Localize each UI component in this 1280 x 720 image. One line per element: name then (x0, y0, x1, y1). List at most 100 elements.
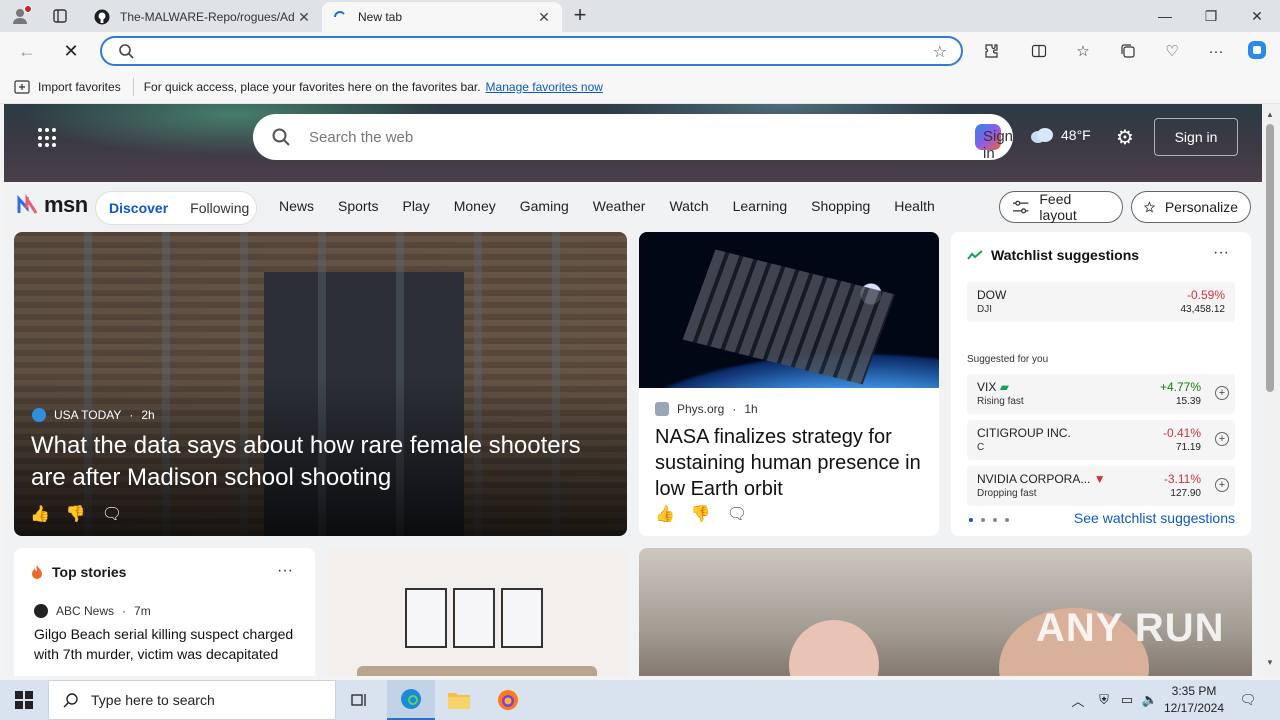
stock-row-vix[interactable]: VIX ▰ Rising fast +4.77% 15.39 + (967, 374, 1235, 414)
feed-layout-button[interactable]: Feed layout (999, 191, 1123, 223)
github-icon (94, 9, 110, 25)
thumbs-down-icon[interactable]: 👎 (691, 504, 711, 524)
stock-sub: DJI (977, 304, 992, 315)
add-to-watchlist-icon[interactable]: + (1215, 386, 1229, 400)
tab-github[interactable]: The-MALWARE-Repo/rogues/Ad ✕ (84, 2, 322, 32)
weather-temp: 48°F (1061, 127, 1091, 143)
see-watchlist-link[interactable]: See watchlist suggestions (1074, 510, 1235, 526)
nav-money[interactable]: Money (454, 198, 496, 214)
source-name: USA TODAY (54, 408, 122, 422)
add-to-watchlist-icon[interactable]: + (1215, 478, 1229, 492)
browser-essentials-icon[interactable]: ♡ (1161, 40, 1183, 62)
scroll-down-icon[interactable]: ▼ (1266, 658, 1274, 667)
address-bar[interactable]: ☆ (100, 36, 963, 66)
address-input[interactable] (142, 41, 922, 61)
split-screen-icon[interactable] (1028, 40, 1050, 62)
notifications-icon[interactable]: 🗨 (1236, 680, 1260, 720)
import-favorites-label: Import favorites (38, 79, 121, 94)
back-button[interactable]: ← (14, 38, 40, 64)
pagination-dots[interactable] (969, 518, 1009, 522)
separator: · (122, 604, 127, 618)
thumbs-up-icon[interactable]: 👍 (30, 504, 50, 524)
defender-icon[interactable]: ⛨ (1094, 680, 1114, 720)
taskbar-search-placeholder: Type here to search (91, 692, 215, 708)
story-source: USA TODAY · 2h (32, 408, 155, 422)
top-stories-header: Top stories (30, 564, 126, 580)
thumbs-up-icon[interactable]: 👍 (655, 504, 675, 524)
favorites-icon[interactable]: ☆ (1072, 40, 1094, 62)
story-headline[interactable]: Gilgo Beach serial killing suspect charg… (34, 624, 304, 664)
thumbs-down-icon[interactable]: 👎 (66, 504, 86, 524)
taskbar-firefox[interactable] (484, 680, 532, 720)
scroll-thumb[interactable] (1266, 124, 1274, 392)
profile-button[interactable] (8, 5, 32, 27)
picture-frame (453, 588, 495, 648)
weather-widget[interactable]: 48°F (1029, 126, 1091, 144)
page-scrollbar[interactable]: ▲ ▼ (1262, 104, 1280, 676)
tab-discover[interactable]: Discover (109, 200, 168, 216)
new-tab-button[interactable]: + (568, 4, 592, 28)
web-search-input[interactable] (309, 126, 949, 148)
story-card-interior[interactable] (327, 548, 627, 676)
restore-button[interactable]: ❐ (1188, 0, 1234, 32)
tab-new-tab[interactable]: New tab ✕ (322, 2, 562, 32)
import-favorites-button[interactable]: Import favorites (14, 80, 121, 94)
comment-icon[interactable]: 🗨 (102, 504, 122, 524)
extensions-icon[interactable] (980, 40, 1002, 62)
settings-gear-icon[interactable]: ⚙ (1116, 125, 1134, 150)
taskbar-clock[interactable]: 3:35 PM 12/17/2024 (1160, 683, 1228, 717)
personalize-label: Personalize (1164, 199, 1238, 215)
scroll-up-icon[interactable]: ▲ (1266, 110, 1274, 119)
more-options-icon[interactable]: ··· (1213, 244, 1229, 262)
nav-sports[interactable]: Sports (338, 198, 378, 214)
collections-icon[interactable] (1117, 40, 1139, 62)
web-search-box[interactable]: Sign in (253, 114, 1013, 162)
stock-row-dow[interactable]: DOW DJI -0.59% 43,458.12 (967, 282, 1235, 322)
apps-launcher-icon[interactable] (38, 128, 58, 148)
favorite-star-icon[interactable]: ☆ (933, 42, 947, 62)
stock-row-citigroup[interactable]: CITIGROUP INC. C -0.41% 71.19 + (967, 420, 1235, 460)
network-icon[interactable]: ▭ (1117, 680, 1137, 720)
story-source: ABC News · 7m (34, 604, 151, 618)
nav-weather[interactable]: Weather (593, 198, 646, 214)
start-button[interactable] (0, 680, 48, 720)
nav-watch[interactable]: Watch (669, 198, 708, 214)
tab-actions-button[interactable] (48, 6, 72, 26)
add-to-watchlist-icon[interactable]: + (1215, 432, 1229, 446)
more-menu-icon[interactable]: ··· (1205, 40, 1227, 62)
story-card-nasa[interactable]: Phys.org · 1h NASA finalizes strategy fo… (639, 232, 939, 536)
stock-row-nvidia[interactable]: NVIDIA CORPORA... ▼ Dropping fast -3.11%… (967, 466, 1235, 506)
nav-news[interactable]: News (279, 198, 314, 214)
taskbar-edge[interactable] (387, 680, 435, 720)
msn-logo[interactable]: msn (16, 192, 88, 218)
comment-icon[interactable]: 🗨 (727, 504, 747, 524)
taskbar-file-explorer[interactable] (435, 680, 483, 720)
close-tab-icon[interactable]: ✕ (536, 9, 552, 26)
copilot-icon[interactable] (1246, 39, 1268, 61)
more-options-icon[interactable]: ··· (277, 562, 293, 580)
browser-toolbar: ← ✕ ☆ ☆ ♡ ··· (0, 32, 1280, 70)
nav-learning[interactable]: Learning (733, 198, 788, 214)
nav-health[interactable]: Health (894, 198, 934, 214)
stock-symbol: NVIDIA CORPORA... ▼ (977, 472, 1106, 486)
category-nav: News Sports Play Money Gaming Weather Wa… (279, 198, 959, 214)
close-tab-icon[interactable]: ✕ (296, 9, 312, 26)
stop-loading-button[interactable]: ✕ (58, 38, 84, 64)
tab-following[interactable]: Following (190, 200, 249, 216)
task-view-button[interactable] (336, 680, 384, 720)
personalize-button[interactable]: Personalize (1131, 191, 1251, 223)
nav-play[interactable]: Play (402, 198, 429, 214)
taskbar-search-box[interactable]: Type here to search (48, 680, 336, 720)
featured-story-card[interactable]: USA TODAY · 2h What the data says about … (14, 232, 627, 536)
close-window-button[interactable]: ✕ (1234, 0, 1280, 32)
nav-gaming[interactable]: Gaming (520, 198, 569, 214)
minimize-button[interactable]: — (1142, 0, 1188, 32)
manage-favorites-link[interactable]: Manage favorites now (486, 80, 603, 94)
story-headline[interactable]: What the data says about how rare female… (31, 430, 621, 494)
volume-icon[interactable]: 🔈 (1140, 680, 1160, 720)
nav-shopping[interactable]: Shopping (811, 198, 870, 214)
suggested-label: Suggested for you (967, 354, 1049, 365)
sign-in-button[interactable]: Sign in (1154, 118, 1238, 156)
tray-overflow-icon[interactable]: ︿ (1068, 680, 1088, 720)
story-headline[interactable]: NASA finalizes strategy for sustaining h… (655, 424, 925, 502)
